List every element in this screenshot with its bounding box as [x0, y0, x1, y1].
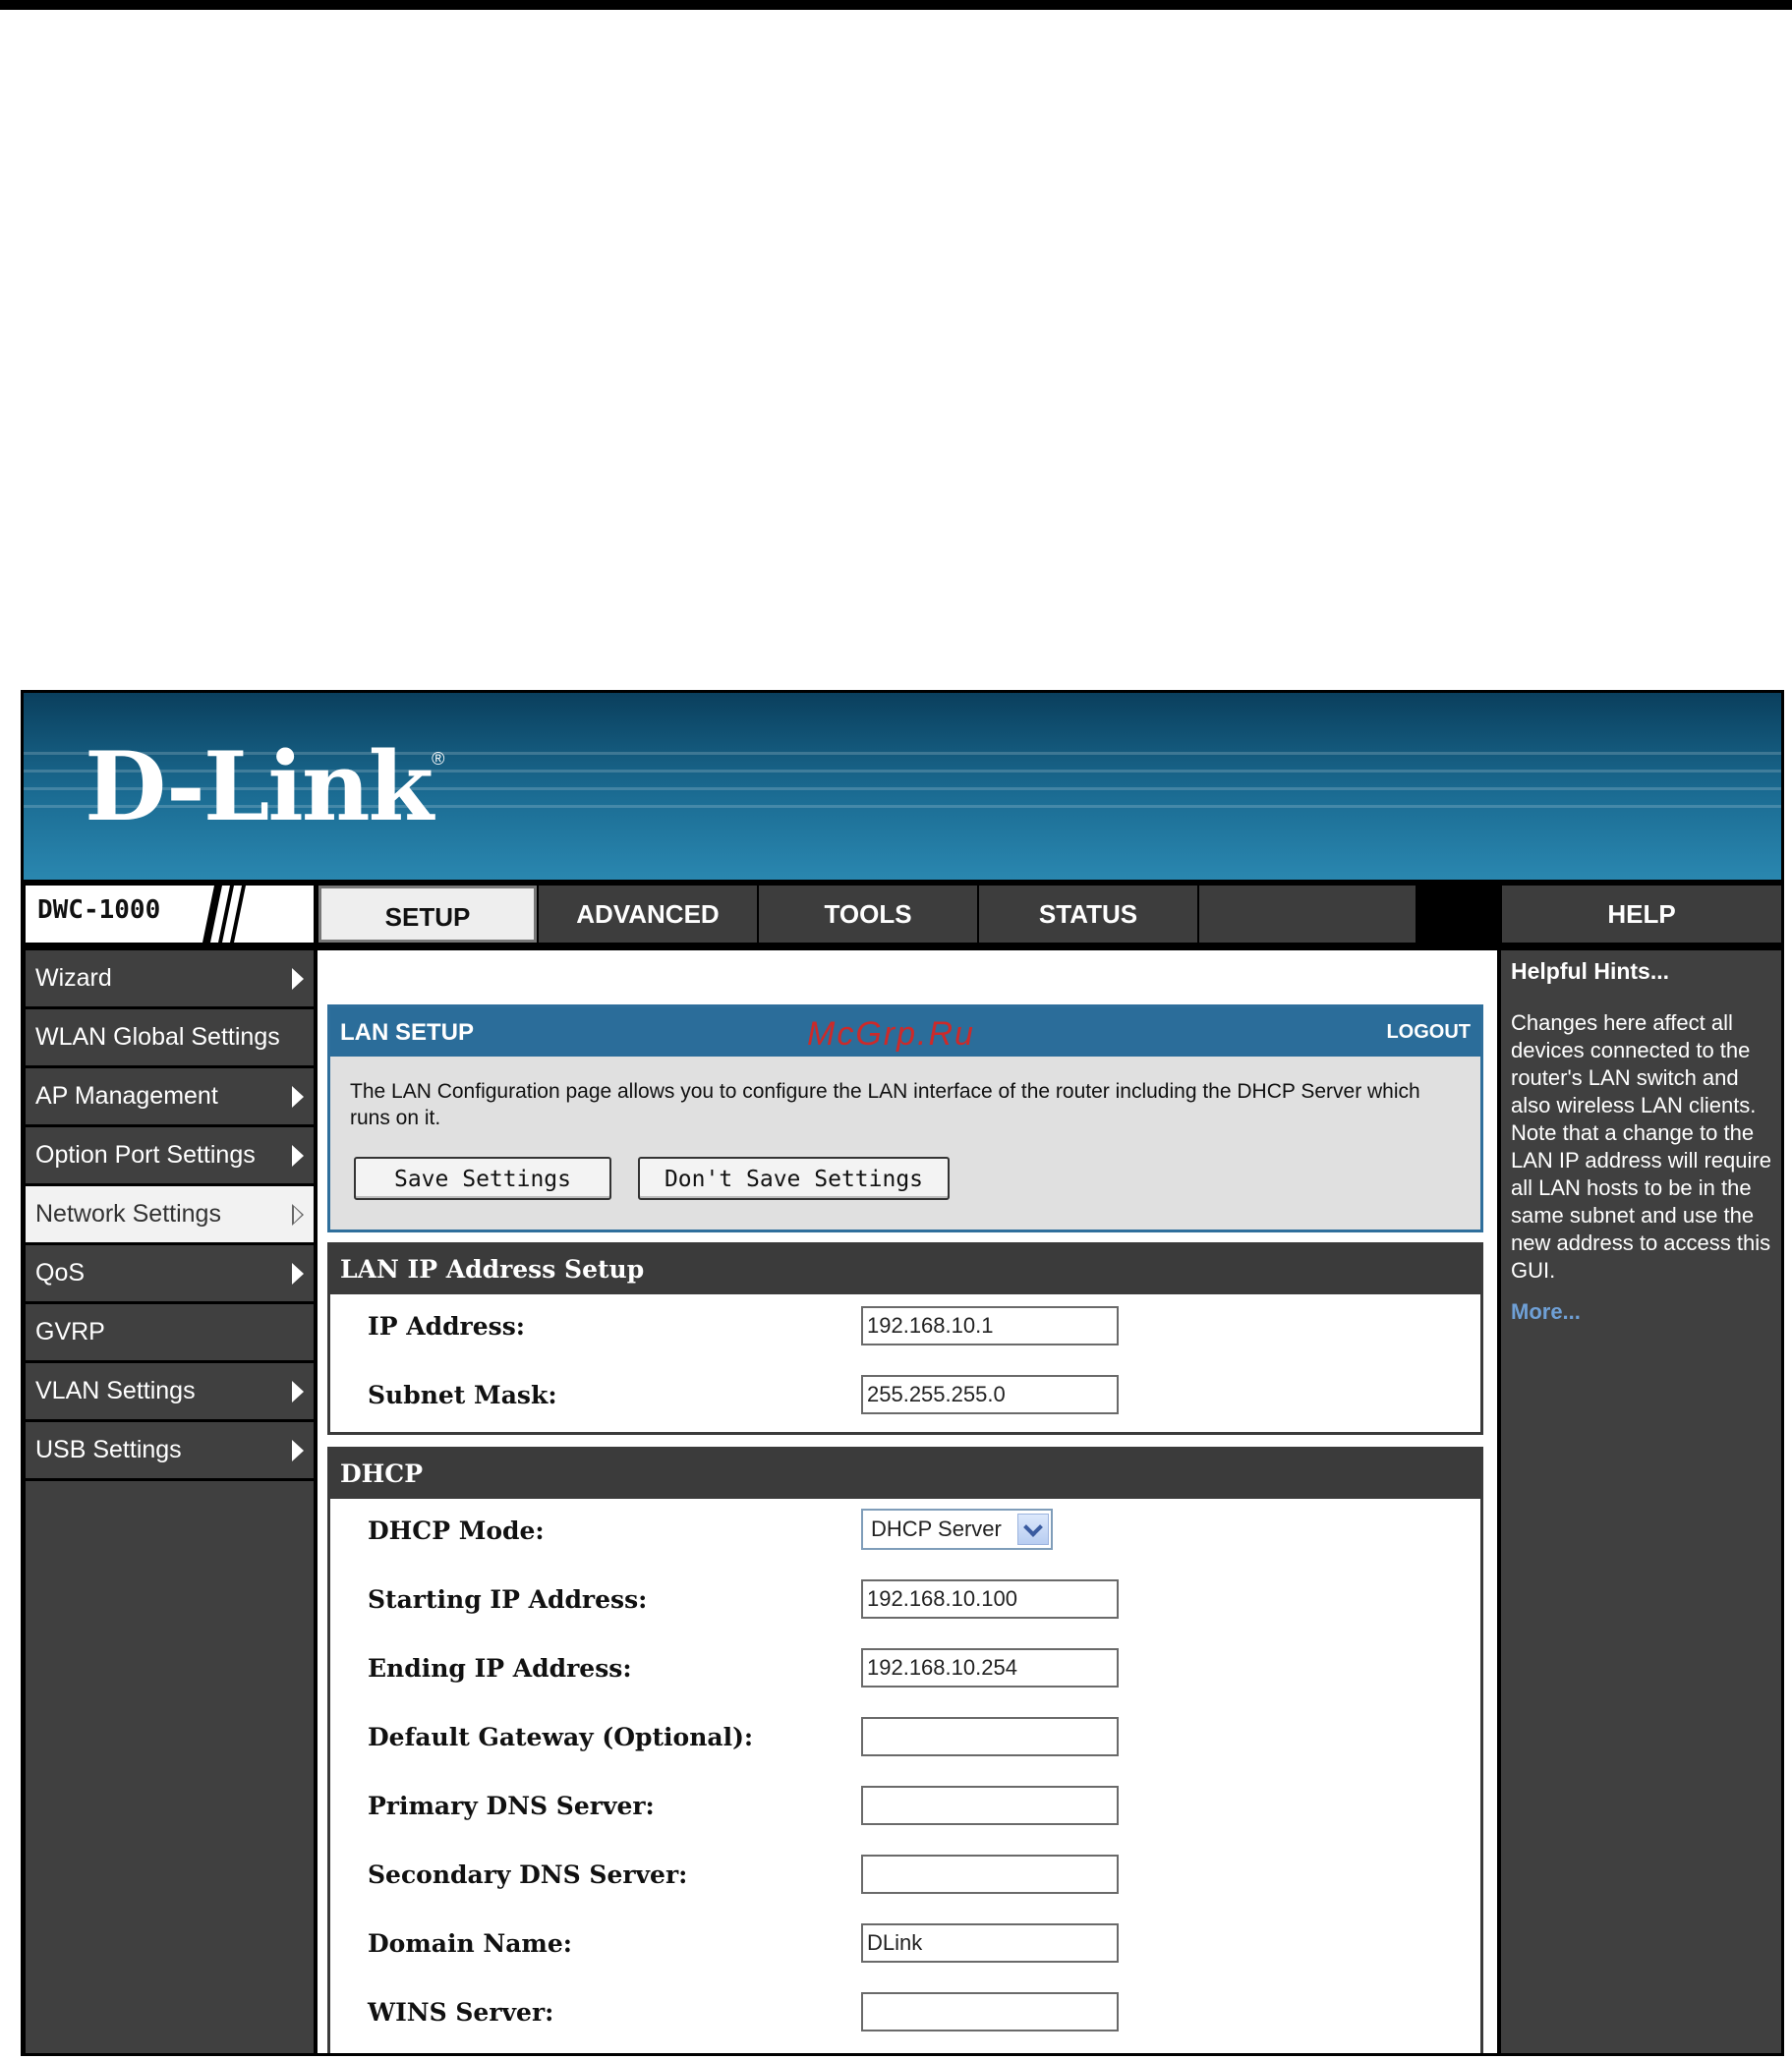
- sidebar-item-label: USB Settings: [35, 1436, 182, 1463]
- arrow-right-icon: [292, 1263, 304, 1285]
- dhcp-mode-label: DHCP Mode:: [368, 1516, 545, 1545]
- tab-help[interactable]: HELP: [1500, 886, 1781, 943]
- page-title: LAN SETUP: [340, 1019, 475, 1046]
- tab-status-spacer: [1197, 886, 1417, 943]
- lan-ip-section: LAN IP Address Setup IP Address: 192.168…: [327, 1242, 1483, 1435]
- sidebar-item-label: WLAN Global Settings: [35, 1023, 280, 1051]
- logout-link[interactable]: LOGOUT: [1386, 1021, 1471, 1044]
- top-navigation: DWC-1000 SETUP ADVANCED TOOLS STATUS HEL…: [24, 880, 1781, 946]
- arrow-right-icon: [292, 1381, 304, 1402]
- sidebar-item-network-settings[interactable]: Network Settings: [26, 1186, 314, 1245]
- sidebar-item-label: Option Port Settings: [35, 1141, 256, 1169]
- top-black-bar: [0, 0, 1792, 10]
- lan-setup-panel: LAN SETUP McGrp.Ru LOGOUT The LAN Config…: [327, 1004, 1483, 1232]
- wins-server-input[interactable]: [861, 1992, 1119, 2031]
- dlink-logo: D-Link®: [85, 731, 444, 842]
- save-settings-button[interactable]: Save Settings: [354, 1157, 611, 1200]
- default-gateway-row: Default Gateway (Optional):: [330, 1705, 1480, 1774]
- sidebar-item-label: QoS: [35, 1259, 86, 1287]
- sidebar-item-label: Network Settings: [35, 1200, 221, 1228]
- tab-status[interactable]: STATUS: [977, 886, 1197, 943]
- dhcp-mode-select[interactable]: DHCP Server: [861, 1509, 1053, 1550]
- help-panel: Helpful Hints... Changes here affect all…: [1501, 950, 1781, 2053]
- ending-ip-label: Ending IP Address:: [368, 1654, 632, 1683]
- sidebar-item-gvrp[interactable]: GVRP: [26, 1304, 314, 1363]
- page-description: The LAN Configuration page allows you to…: [350, 1080, 1420, 1129]
- arrow-right-icon: [292, 968, 304, 990]
- sidebar-item-vlan-settings[interactable]: VLAN Settings: [26, 1363, 314, 1422]
- sidebar-item-label: Wizard: [35, 964, 112, 992]
- primary-dns-label: Primary DNS Server:: [368, 1792, 655, 1820]
- domain-name-label: Domain Name:: [368, 1929, 573, 1958]
- help-text: Changes here affect all devices connecte…: [1511, 1010, 1771, 1283]
- help-more-link[interactable]: More...: [1511, 1299, 1581, 1325]
- model-name: DWC-1000: [37, 895, 161, 925]
- section-title: DHCP: [330, 1450, 1480, 1499]
- wins-server-label: WINS Server:: [368, 1998, 554, 2027]
- starting-ip-label: Starting IP Address:: [368, 1585, 648, 1614]
- subnet-mask-input[interactable]: 255.255.255.0: [861, 1375, 1119, 1414]
- primary-dns-input[interactable]: [861, 1786, 1119, 1825]
- sidebar-item-label: VLAN Settings: [35, 1377, 196, 1404]
- primary-dns-row: Primary DNS Server:: [330, 1774, 1480, 1843]
- tab-setup[interactable]: SETUP: [318, 886, 537, 943]
- default-gateway-input[interactable]: [861, 1717, 1119, 1756]
- slash-decoration-icon: [202, 886, 246, 943]
- domain-name-row: Domain Name: DLink: [330, 1912, 1480, 1980]
- header-banner: D-Link®: [24, 693, 1781, 880]
- ip-address-label: IP Address:: [368, 1312, 526, 1341]
- secondary-dns-row: Secondary DNS Server:: [330, 1843, 1480, 1912]
- tab-tools[interactable]: TOOLS: [757, 886, 977, 943]
- default-gateway-label: Default Gateway (Optional):: [368, 1723, 754, 1751]
- sidebar-item-wizard[interactable]: Wizard: [26, 950, 314, 1009]
- main-content: LAN SETUP McGrp.Ru LOGOUT The LAN Config…: [318, 950, 1497, 2053]
- router-admin-window: D-Link® DWC-1000 SETUP ADVANCED TOOLS ST…: [21, 690, 1784, 2056]
- arrow-right-outline-icon: [292, 1204, 304, 1226]
- sidebar-item-ap-management[interactable]: AP Management: [26, 1068, 314, 1127]
- dhcp-mode-row: DHCP Mode: DHCP Server: [330, 1499, 1480, 1568]
- model-badge: DWC-1000: [26, 886, 314, 943]
- sidebar-item-usb-settings[interactable]: USB Settings: [26, 1422, 314, 1481]
- lan-setup-header: LAN SETUP McGrp.Ru LOGOUT: [330, 1007, 1480, 1057]
- section-title: LAN IP Address Setup: [330, 1245, 1480, 1294]
- arrow-right-icon: [292, 1440, 304, 1461]
- subnet-mask-label: Subnet Mask:: [368, 1381, 557, 1409]
- dhcp-section: DHCP DHCP Mode: DHCP Server Starting IP …: [327, 1447, 1483, 2053]
- ip-address-input[interactable]: 192.168.10.1: [861, 1306, 1119, 1345]
- tab-advanced[interactable]: ADVANCED: [537, 886, 757, 943]
- dhcp-mode-value: DHCP Server: [871, 1516, 1002, 1541]
- secondary-dns-input[interactable]: [861, 1855, 1119, 1894]
- chevron-down-icon[interactable]: [1017, 1514, 1049, 1545]
- ip-address-row: IP Address: 192.168.10.1: [330, 1294, 1480, 1363]
- domain-name-input[interactable]: DLink: [861, 1923, 1119, 1963]
- starting-ip-input[interactable]: 192.168.10.100: [861, 1579, 1119, 1619]
- arrow-right-icon: [292, 1145, 304, 1167]
- sidebar-item-qos[interactable]: QoS: [26, 1245, 314, 1304]
- sidebar-item-option-port-settings[interactable]: Option Port Settings: [26, 1127, 314, 1186]
- secondary-dns-label: Secondary DNS Server:: [368, 1860, 688, 1889]
- sidebar-menu: Wizard WLAN Global Settings AP Managemen…: [26, 950, 314, 2053]
- sidebar-item-label: AP Management: [35, 1082, 218, 1110]
- ending-ip-row: Ending IP Address: 192.168.10.254: [330, 1636, 1480, 1705]
- starting-ip-row: Starting IP Address: 192.168.10.100: [330, 1568, 1480, 1636]
- watermark: McGrp.Ru: [807, 1015, 975, 1053]
- sidebar-item-label: GVRP: [35, 1318, 105, 1345]
- arrow-right-icon: [292, 1086, 304, 1108]
- ending-ip-input[interactable]: 192.168.10.254: [861, 1648, 1119, 1688]
- subnet-mask-row: Subnet Mask: 255.255.255.0: [330, 1363, 1480, 1432]
- sidebar-item-wlan-global-settings[interactable]: WLAN Global Settings: [26, 1009, 314, 1068]
- wins-server-row: WINS Server:: [330, 1980, 1480, 2049]
- help-title: Helpful Hints...: [1511, 958, 1669, 984]
- dont-save-settings-button[interactable]: Don't Save Settings: [638, 1157, 950, 1200]
